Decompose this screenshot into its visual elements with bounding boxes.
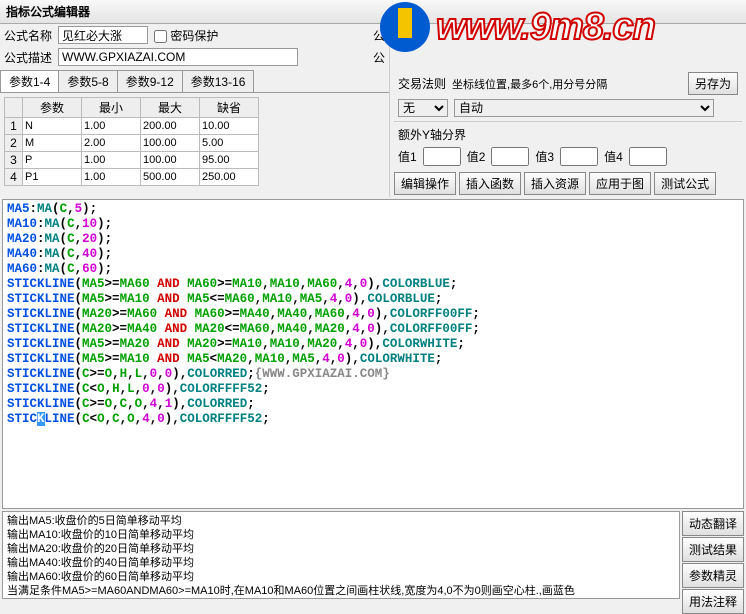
trade-rule-select[interactable]: 无 xyxy=(398,99,448,117)
formula-desc-input[interactable] xyxy=(58,48,298,66)
output-line: 输出MA5:收盘价的5日简单移动平均 xyxy=(7,514,675,528)
param-def-input[interactable] xyxy=(200,169,258,185)
param-min-input[interactable] xyxy=(82,118,140,134)
param-min-input[interactable] xyxy=(82,152,140,168)
side-button-1[interactable]: 测试结果 xyxy=(682,537,744,562)
v2-input[interactable] xyxy=(491,147,529,166)
param-max-input[interactable] xyxy=(141,118,199,134)
trade-rule-label: 交易法则 xyxy=(398,75,446,92)
param-tab-2[interactable]: 参数9-12 xyxy=(117,70,183,92)
output-line: 当满足条件MA5>=MA10ANDMA5<=MA60时,在MA10和MA5位置之… xyxy=(7,598,675,599)
param-name-input[interactable] xyxy=(23,118,81,134)
param-def-input[interactable] xyxy=(200,135,258,151)
param-max-input[interactable] xyxy=(141,152,199,168)
param-min-input[interactable] xyxy=(82,135,140,151)
param-tab-1[interactable]: 参数5-8 xyxy=(58,70,117,92)
action-button-2[interactable]: 插入资源 xyxy=(524,172,586,195)
action-button-4[interactable]: 测试公式 xyxy=(654,172,716,195)
window-title: 指标公式编辑器 xyxy=(0,0,746,24)
param-tabs: 参数1-4参数5-8参数9-12参数13-16 xyxy=(0,70,389,93)
output-line: 输出MA20:收盘价的20日简单移动平均 xyxy=(7,542,675,556)
coord-select[interactable]: 自动 xyxy=(454,99,714,117)
password-protect-checkbox[interactable]: 密码保护 xyxy=(154,27,218,44)
param-def-input[interactable] xyxy=(200,152,258,168)
v4-input[interactable] xyxy=(629,147,667,166)
v3-input[interactable] xyxy=(560,147,598,166)
formula-name-input[interactable] xyxy=(58,26,148,44)
v1-input[interactable] xyxy=(423,147,461,166)
side-button-3[interactable]: 用法注释 xyxy=(682,589,744,614)
formula-desc-label: 公式描述 xyxy=(4,49,52,66)
v2-label: 值2 xyxy=(467,148,486,165)
param-name-input[interactable] xyxy=(23,152,81,168)
param-tab-3[interactable]: 参数13-16 xyxy=(182,70,255,92)
output-line: 当满足条件MA5>=MA60ANDMA60>=MA10时,在MA10和MA60位… xyxy=(7,584,675,598)
v4-label: 值4 xyxy=(604,148,623,165)
output-line: 输出MA40:收盘价的40日简单移动平均 xyxy=(7,556,675,570)
param-tab-0[interactable]: 参数1-4 xyxy=(0,70,59,92)
param-row: 4 xyxy=(5,169,259,186)
action-button-0[interactable]: 编辑操作 xyxy=(394,172,456,195)
param-max-input[interactable] xyxy=(141,169,199,185)
param-def-input[interactable] xyxy=(200,118,258,134)
param-table: 参数最小最大缺省 1234 xyxy=(4,97,259,186)
action-button-1[interactable]: 插入函数 xyxy=(459,172,521,195)
param-row: 3 xyxy=(5,152,259,169)
param-max-input[interactable] xyxy=(141,135,199,151)
code-editor[interactable]: MA5:MA(C,5);MA10:MA(C,10);MA20:MA(C,20);… xyxy=(2,199,744,509)
param-name-input[interactable] xyxy=(23,169,81,185)
save-as-button[interactable]: 另存为 xyxy=(688,72,738,95)
output-line: 输出MA10:收盘价的10日简单移动平均 xyxy=(7,528,675,542)
gs-label-1: 公 xyxy=(373,27,385,44)
formula-name-label: 公式名称 xyxy=(4,27,52,44)
extra-axis-label: 额外Y轴分界 xyxy=(398,126,466,143)
param-row: 2 xyxy=(5,135,259,152)
side-button-0[interactable]: 动态翻译 xyxy=(682,511,744,536)
output-line: 输出MA60:收盘价的60日简单移动平均 xyxy=(7,570,675,584)
param-min-input[interactable] xyxy=(82,169,140,185)
side-button-2[interactable]: 参数精灵 xyxy=(682,563,744,588)
param-name-input[interactable] xyxy=(23,135,81,151)
v1-label: 值1 xyxy=(398,148,417,165)
action-button-3[interactable]: 应用于图 xyxy=(589,172,651,195)
coord-label: 坐标线位置,最多6个,用分号分隔 xyxy=(452,76,607,92)
gs-label-2: 公 xyxy=(373,49,385,66)
param-row: 1 xyxy=(5,118,259,135)
v3-label: 值3 xyxy=(535,148,554,165)
output-area[interactable]: 输出MA5:收盘价的5日简单移动平均输出MA10:收盘价的10日简单移动平均输出… xyxy=(2,511,680,599)
